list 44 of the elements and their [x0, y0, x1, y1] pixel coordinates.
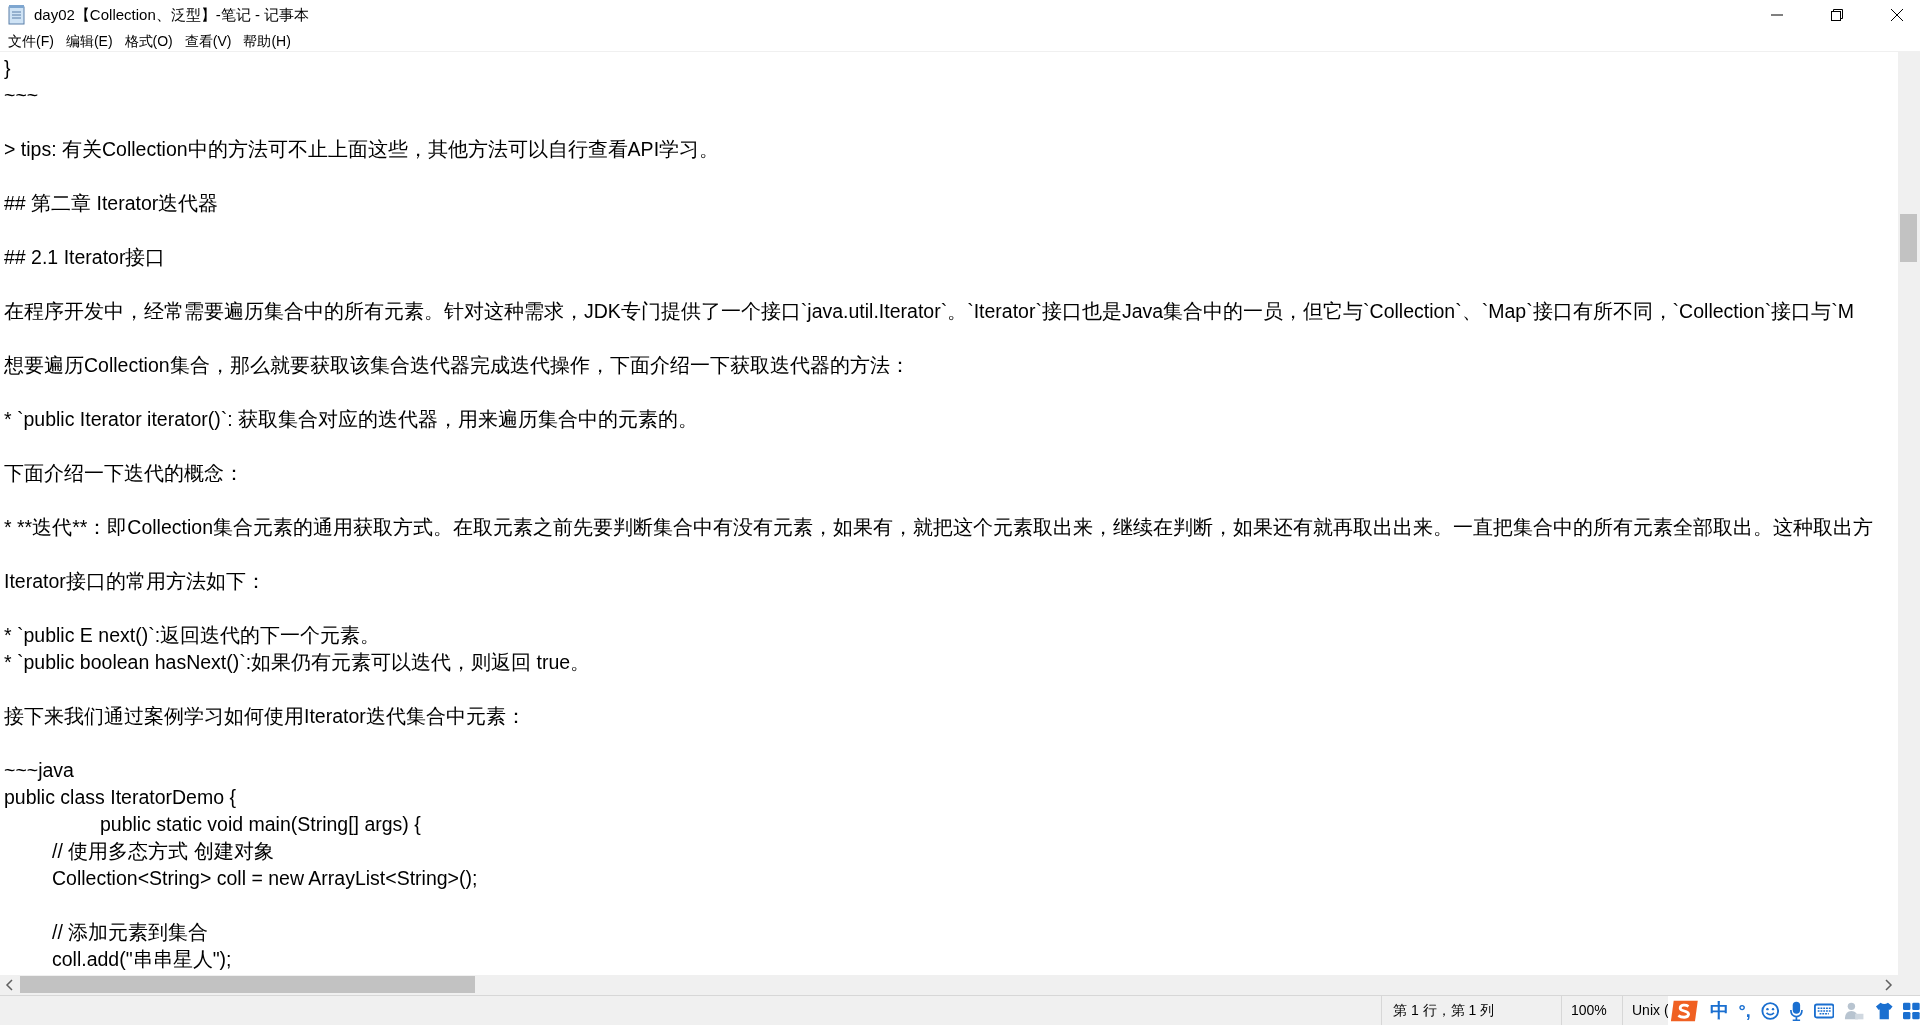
line-ending: Unix ( — [1632, 1001, 1669, 1020]
window-title: day02【Collection、泛型】-笔记 - 记事本 — [34, 4, 310, 25]
text-line: Collection<String> coll = new ArrayList<String>(); — [51, 867, 478, 889]
text-line: * `public E next()`:返回迭代的下一个元素。 — [4, 624, 381, 646]
text-line: public static void main(String[] args) { — [99, 813, 421, 835]
menu-item[interactable]: 格式(O) — [118, 29, 179, 52]
text-line: public class IteratorDemo { — [4, 786, 236, 808]
vertical-scrollbar[interactable] — [1898, 52, 1920, 975]
punctuation-toggle[interactable]: °, — [1738, 997, 1751, 1025]
text-line: * **迭代**：即Collection集合元素的通用获取方式。在取元素之前先要判断集合中有没有元素，如果有，就把这个元素取出来，继续在判断，如果还有就再取出出来。一直把集合中的所有元素全部取出。这种取出方 — [4, 516, 1873, 538]
smiley-icon[interactable] — [1760, 1001, 1780, 1021]
restore-icon[interactable] — [1831, 9, 1843, 21]
text-line: > tips: 有关Collection中的方法可不止上面这些，其他方法可以自行查看API学习。 — [4, 138, 720, 160]
text-line: * `public boolean hasNext()`:如果仍有元素可以迭代，则返回 true。 — [4, 651, 591, 673]
text-line: // 使用多态方式 创建对象 — [51, 840, 274, 862]
text-line: 下面介绍一下迭代的概念： — [4, 462, 244, 484]
text-line: coll.add("串串星人"); — [51, 948, 232, 970]
cursor-position: 第 1 行，第 1 列 — [1393, 1001, 1495, 1020]
text-line: * `public Iterator iterator()`: 获取集合对应的迭代器，用来遍历集合中的元素的。 — [4, 408, 699, 430]
shirt-icon[interactable] — [1874, 1001, 1894, 1021]
text-line: // 添加元素到集合 — [51, 921, 209, 943]
scrollbar-thumb[interactable] — [1900, 214, 1917, 262]
zoom-level: 100% — [1571, 1001, 1607, 1020]
text-line: ## 2.1 Iterator接口 — [4, 246, 166, 268]
text-line: 在程序开发中，经常需要遍历集合中的所有元素。针对这种需求，JDK专门提供了一个接口`java.util.Iterator`。`Iterator`接口也是Java集合中的一员，但它与`Collection`、`Map`接口有所不同，`Collection`接口与`M — [4, 300, 1854, 322]
grid-icon[interactable] — [1903, 1002, 1920, 1020]
close-icon[interactable] — [1891, 9, 1903, 21]
text-line: ## 第二章 Iterator迭代器 — [4, 192, 219, 214]
text-line: } — [4, 57, 11, 79]
text-line: 想要遍历Collection集合，那么就要获取该集合迭代器完成迭代操作，下面介绍一下获取迭代器的方法： — [4, 354, 910, 376]
input-mode-toggle[interactable]: 中 — [1709, 996, 1729, 1025]
text-line: ~~~ — [4, 84, 39, 106]
keyboard-icon[interactable] — [1814, 1002, 1835, 1020]
text-line: 接下来我们通过案例学习如何使用Iterator迭代集合中元素： — [4, 705, 526, 727]
text-line: ~~~java — [4, 759, 74, 781]
microphone-icon[interactable] — [1789, 1000, 1805, 1022]
menu-item[interactable]: 帮助(H) — [237, 29, 297, 52]
menu-item[interactable]: 查看(V) — [178, 29, 238, 52]
horizontal-scrollbar-thumb[interactable] — [20, 976, 475, 993]
text-line: Iterator接口的常用方法如下： — [4, 570, 266, 592]
menu-item[interactable]: 文件(F) — [2, 29, 60, 52]
notepad-icon — [8, 5, 26, 25]
menu-item[interactable]: 编辑(E) — [59, 29, 119, 52]
ime-logo-icon[interactable] — [1670, 998, 1700, 1024]
